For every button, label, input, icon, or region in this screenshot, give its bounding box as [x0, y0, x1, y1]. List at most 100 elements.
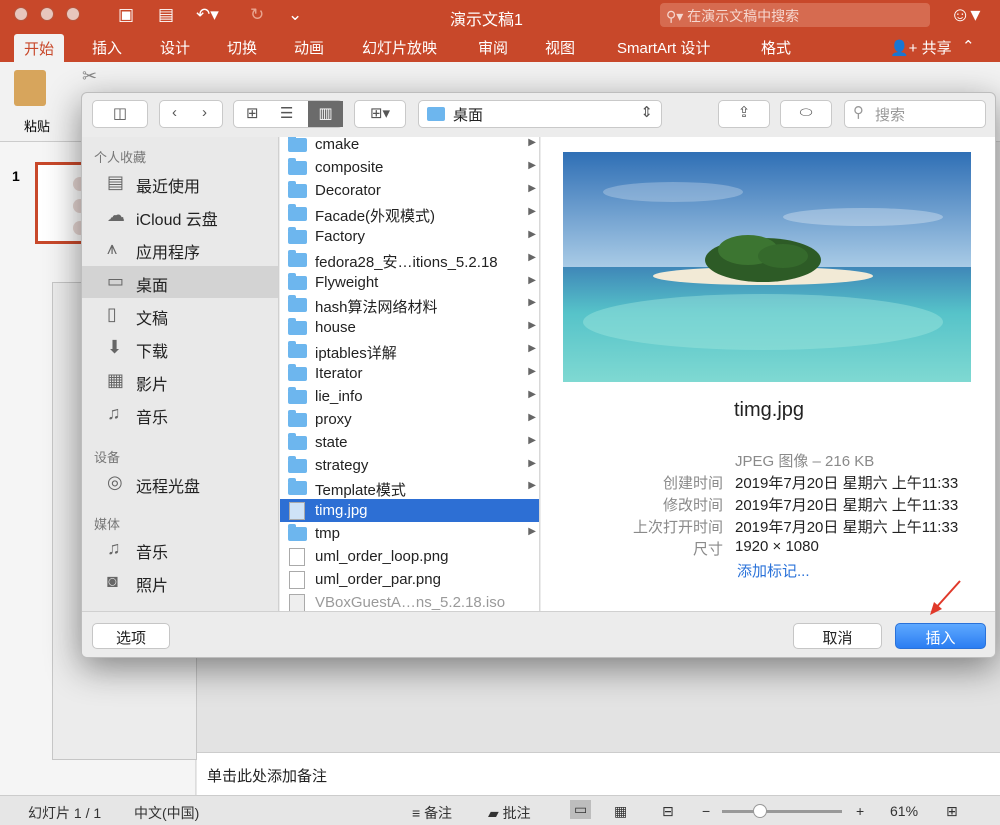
insert-button[interactable]: 插入 — [895, 623, 986, 649]
folder-row[interactable]: Iterator ▶ — [280, 362, 539, 385]
tags-button[interactable]: ⬭ — [780, 100, 832, 128]
layout-icon[interactable]: ▣ — [118, 5, 134, 25]
preview-image — [563, 152, 971, 382]
tab-view[interactable]: 视图 — [545, 37, 575, 58]
customize-toolbar-icon[interactable]: ⌄ — [288, 5, 302, 25]
sidebar-item-icloud[interactable]: ☁ iCloud 云盘 — [82, 200, 278, 232]
location-label: 桌面 — [453, 107, 484, 124]
paste-icon[interactable] — [14, 70, 46, 106]
disclosure-arrow-icon: ▶ — [528, 137, 536, 148]
arrange-button[interactable]: ⊞▾ — [354, 100, 406, 128]
fit-to-window-icon[interactable]: ⊞ — [946, 803, 958, 820]
sidebar-item-documents[interactable]: ▯ 文稿 — [82, 299, 278, 331]
disclosure-arrow-icon: ▶ — [528, 275, 536, 286]
folder-row[interactable]: Facade(外观模式) ▶ — [280, 202, 539, 225]
view-mode-control[interactable]: ⊞ ☰ ▥ — [233, 100, 343, 128]
redo-icon: ↻ — [250, 5, 265, 24]
notes-area[interactable]: 单击此处添加备注 — [197, 752, 1000, 795]
tab-slideshow[interactable]: 幻灯片放映 — [362, 37, 437, 58]
sidebar-item-music[interactable]: ♫ 音乐 — [82, 398, 278, 430]
file-row[interactable]: uml_order_par.png — [280, 568, 539, 591]
cancel-button[interactable]: 取消 — [793, 623, 882, 649]
file-name: timg.jpg — [315, 502, 368, 519]
folder-row[interactable]: Template模式 ▶ — [280, 476, 539, 499]
add-tags-link[interactable]: 添加标记... — [737, 560, 810, 581]
collapse-ribbon-icon[interactable]: ⌃ — [962, 37, 975, 55]
slide-sorter-icon[interactable]: ▦ — [614, 803, 627, 820]
insert-picture-dialog: ◫ ‹ › ⊞ ☰ ▥ ⊞▾ 桌面 ⇕ ⇪ ⬭ ⚲ 搜索 个人收藏 ▤ 最近使用 … — [81, 92, 996, 658]
zoom-slider-thumb[interactable] — [753, 804, 767, 818]
sidebar-item-media-music[interactable]: ♫ 音乐 — [82, 533, 278, 565]
sidebar-item-remote-disc[interactable]: ◎ 远程光盘 — [82, 467, 278, 499]
zoom-window-button[interactable] — [66, 7, 80, 21]
share-dialog-button[interactable]: ⇪ — [718, 100, 770, 128]
download-icon: ⬇ — [107, 337, 123, 357]
tab-format[interactable]: 格式 — [761, 37, 791, 58]
folder-row[interactable]: hash算法网络材料 ▶ — [280, 293, 539, 316]
folder-row[interactable]: Factory ▶ — [280, 225, 539, 248]
zoom-level[interactable]: 61% — [890, 803, 918, 819]
tab-smartart-design[interactable]: SmartArt 设计 — [617, 37, 710, 58]
forward-icon[interactable]: › — [202, 104, 207, 121]
folder-row[interactable]: Decorator ▶ — [280, 179, 539, 202]
disclosure-arrow-icon: ▶ — [528, 435, 536, 446]
dialog-search-input[interactable]: ⚲ 搜索 — [844, 100, 986, 128]
share-button[interactable]: 👤+ 共享 — [890, 37, 952, 58]
sidebar-item-desktop[interactable]: ▭ 桌面 — [82, 266, 278, 298]
cut-icon[interactable]: ✂ — [82, 66, 97, 87]
sidebar-item-downloads[interactable]: ⬇ 下载 — [82, 332, 278, 364]
sidebar-item-recents[interactable]: ▤ 最近使用 — [82, 167, 278, 199]
sidebar-item-applications[interactable]: ⩚ 应用程序 — [82, 233, 278, 265]
file-row-selected[interactable]: timg.jpg — [280, 499, 539, 522]
zoom-slider[interactable] — [722, 804, 842, 818]
folder-row[interactable]: fedora28_安…itions_5.2.18 ▶ — [280, 248, 539, 271]
tab-home[interactable]: 开始 — [14, 34, 65, 62]
back-icon[interactable]: ‹ — [172, 104, 177, 121]
disclosure-arrow-icon: ▶ — [528, 229, 536, 240]
disc-icon: ◎ — [107, 472, 123, 492]
save-icon[interactable]: ▤ — [158, 5, 174, 25]
file-name: tmp — [315, 525, 341, 542]
folder-row[interactable]: strategy ▶ — [280, 454, 539, 477]
folder-row[interactable]: iptables详解 ▶ — [280, 339, 539, 362]
document-search-input[interactable]: ⚲▾ 在演示文稿中搜索 — [660, 3, 930, 27]
tab-animations[interactable]: 动画 — [294, 37, 324, 58]
folder-icon — [288, 273, 307, 290]
folder-row[interactable]: cmake ▶ — [280, 137, 539, 156]
tab-review[interactable]: 审阅 — [478, 37, 508, 58]
folder-row[interactable]: lie_info ▶ — [280, 385, 539, 408]
icon-view-icon[interactable]: ⊞ — [246, 104, 259, 122]
folder-row[interactable]: proxy ▶ — [280, 408, 539, 431]
location-popup[interactable]: 桌面 ⇕ — [418, 100, 662, 128]
normal-view-icon[interactable]: ▭ — [570, 800, 592, 819]
zoom-out-icon[interactable]: − — [702, 803, 710, 819]
sidebar-item-movies[interactable]: ▦ 影片 — [82, 365, 278, 397]
comments-toggle[interactable]: ▰ 批注 — [488, 803, 531, 823]
options-button[interactable]: 选项 — [92, 623, 170, 649]
minimize-window-button[interactable] — [40, 7, 54, 21]
sidebar-item-label: 文稿 — [136, 311, 169, 328]
zoom-in-icon[interactable]: + — [856, 803, 864, 819]
language[interactable]: 中文(中国) — [134, 803, 199, 823]
smiley-feedback-icon[interactable]: ☺▾ — [950, 2, 980, 27]
folder-row[interactable]: house ▶ — [280, 316, 539, 339]
list-view-icon[interactable]: ☰ — [280, 104, 293, 122]
column-view-icon[interactable]: ▥ — [308, 101, 343, 127]
toggle-sidebar-button[interactable]: ◫ — [92, 100, 148, 128]
tab-design[interactable]: 设计 — [160, 37, 190, 58]
tab-transitions[interactable]: 切换 — [227, 37, 257, 58]
folder-row[interactable]: tmp ▶ — [280, 522, 539, 545]
folder-row[interactable]: state ▶ — [280, 431, 539, 454]
undo-icon[interactable]: ↶▾ — [196, 5, 219, 25]
back-forward-buttons[interactable]: ‹ › — [159, 100, 223, 128]
file-row[interactable]: uml_order_loop.png — [280, 545, 539, 568]
notes-toggle[interactable]: ≡ 备注 — [412, 803, 452, 823]
sidebar-item-photos[interactable]: ◙ 照片 — [82, 566, 278, 598]
file-name: iptables详解 — [315, 345, 397, 362]
folder-icon — [288, 387, 307, 404]
folder-row[interactable]: Flyweight ▶ — [280, 271, 539, 294]
tab-insert[interactable]: 插入 — [92, 37, 122, 58]
folder-row[interactable]: composite ▶ — [280, 156, 539, 179]
reading-view-icon[interactable]: ⊟ — [662, 803, 674, 820]
close-window-button[interactable] — [14, 7, 28, 21]
